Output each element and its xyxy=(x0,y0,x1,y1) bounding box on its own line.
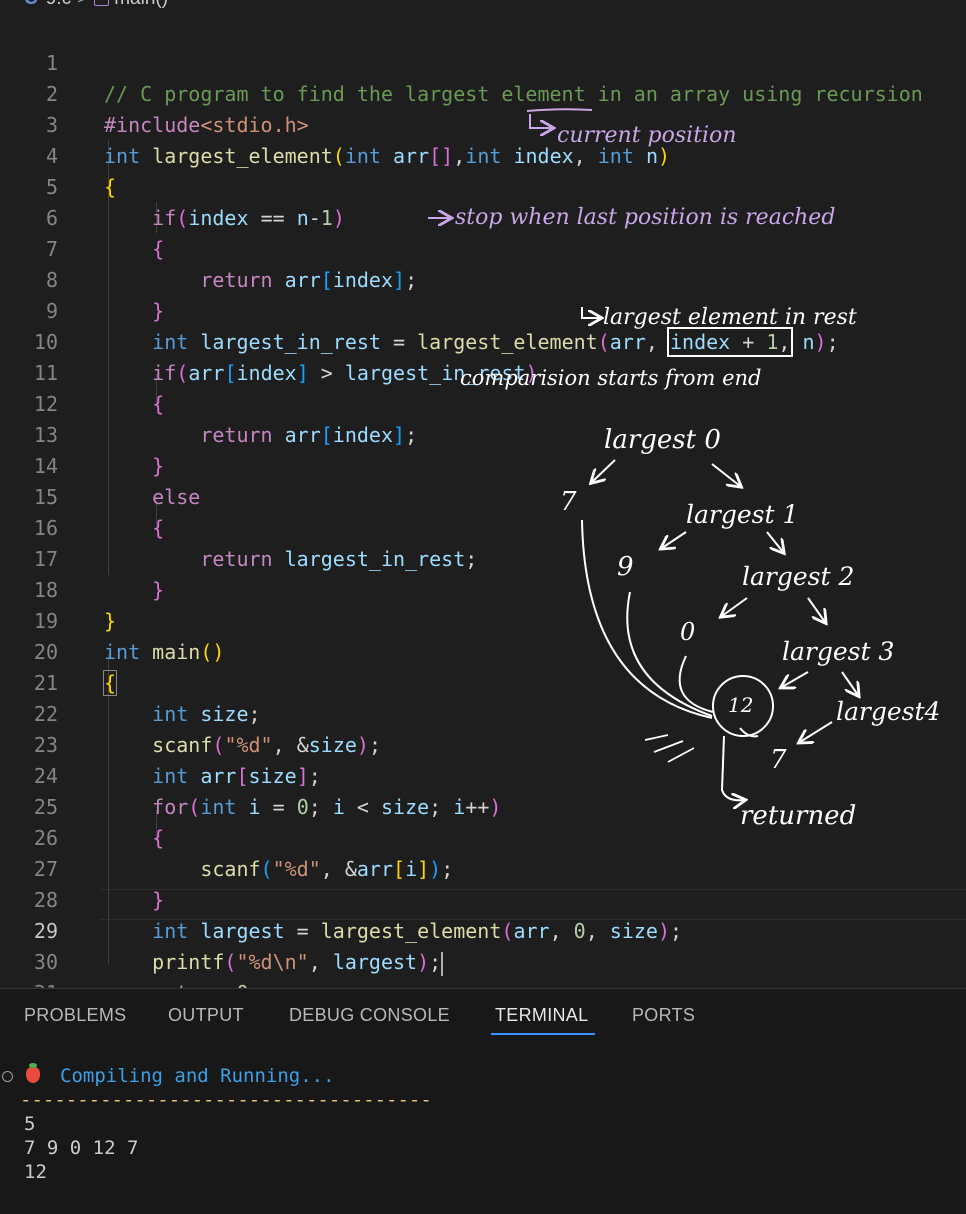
code-line[interactable]: 6 { xyxy=(0,172,966,261)
code-line[interactable]: 9 int largest_in_rest = largest_element(… xyxy=(0,265,966,357)
tab-ports[interactable]: PORTS xyxy=(632,1005,695,1026)
code-line[interactable]: 5 if(index == n-1) xyxy=(0,141,966,230)
code-line[interactable]: 18 } xyxy=(0,544,966,633)
code-line[interactable]: 11 { xyxy=(0,327,966,416)
terminal-status: Compiling and Running... xyxy=(60,1065,335,1087)
tab-terminal[interactable]: TERMINAL xyxy=(495,1005,588,1026)
strawberry-icon xyxy=(26,1063,40,1083)
code-line[interactable]: 19 int main() xyxy=(0,575,966,664)
breadcrumb-file[interactable]: 9.c xyxy=(46,0,71,9)
code-line[interactable]: 8 } xyxy=(0,234,966,323)
code-line[interactable]: 16 return largest_in_rest; xyxy=(0,482,966,571)
code-line[interactable]: 30 return 0; xyxy=(0,916,966,988)
active-tab-indicator xyxy=(491,1033,595,1035)
code-line[interactable]: 22 scanf("%d", &size); xyxy=(0,668,966,757)
code-line[interactable]: 10 if(arr[index] > largest_in_rest) xyxy=(0,296,966,385)
terminal-status-circle-icon xyxy=(2,1071,13,1082)
code-line[interactable]: 28 int largest = largest_element(arr, 0,… xyxy=(0,854,966,943)
code-line[interactable]: 12 return arr[index]; xyxy=(0,358,966,447)
breadcrumb-separator: > xyxy=(77,0,88,9)
code-line[interactable]: 15 { xyxy=(0,451,966,540)
tab-debug-console[interactable]: DEBUG CONSOLE xyxy=(289,1005,450,1026)
code-line[interactable]: 7 return arr[index]; xyxy=(0,203,966,292)
tab-output[interactable]: OUTPUT xyxy=(168,1005,244,1026)
code-line[interactable]: 23 int arr[size]; xyxy=(0,699,966,788)
keyword: return xyxy=(152,981,224,988)
terminal-output: 12 xyxy=(24,1161,47,1183)
code-line[interactable]: 27 } xyxy=(0,823,966,912)
code-line[interactable]: 20 { xyxy=(0,606,966,696)
code-line[interactable]: 17 } xyxy=(0,513,966,602)
line-number: 31 xyxy=(0,978,58,988)
terminal-dashes: ------------------------------------ xyxy=(20,1089,432,1111)
code-line[interactable]: 14 else xyxy=(0,420,966,509)
terminal-output: 5 xyxy=(24,1113,36,1135)
code-line[interactable]: 21 int size; xyxy=(0,637,966,726)
code-line[interactable]: 25 { xyxy=(0,761,966,850)
breadcrumb-symbol[interactable]: main() xyxy=(114,0,168,9)
code-line[interactable]: 3 int largest_element(int arr[],int inde… xyxy=(0,79,966,168)
code-editor[interactable]: 1 // C program to find the largest eleme… xyxy=(0,16,966,988)
function-symbol-icon xyxy=(94,0,110,7)
code-line-active[interactable]: 29 printf("%d\n", largest); xyxy=(0,885,966,976)
code-line[interactable]: 31 } xyxy=(0,947,966,988)
number: 0 xyxy=(236,981,248,988)
c-file-icon: C xyxy=(24,0,38,9)
tab-problems[interactable]: PROBLEMS xyxy=(24,1005,126,1026)
code-line[interactable]: 2 #include<stdio.h> xyxy=(0,48,966,137)
code-line[interactable]: 24 for(int i = 0; i < size; i++) xyxy=(0,730,966,819)
code-line[interactable]: 1 // C program to find the largest eleme… xyxy=(0,17,966,106)
code-line[interactable]: 4 { xyxy=(0,110,966,199)
bottom-panel: PROBLEMS OUTPUT DEBUG CONSOLE TERMINAL P… xyxy=(0,989,966,1214)
code-line[interactable]: 26 scanf("%d", &arr[i]); xyxy=(0,792,966,881)
code-line[interactable]: 13 } xyxy=(0,389,966,478)
breadcrumb: C 9.c > main() xyxy=(0,0,966,16)
terminal-output: 7 9 0 12 7 xyxy=(24,1137,139,1159)
